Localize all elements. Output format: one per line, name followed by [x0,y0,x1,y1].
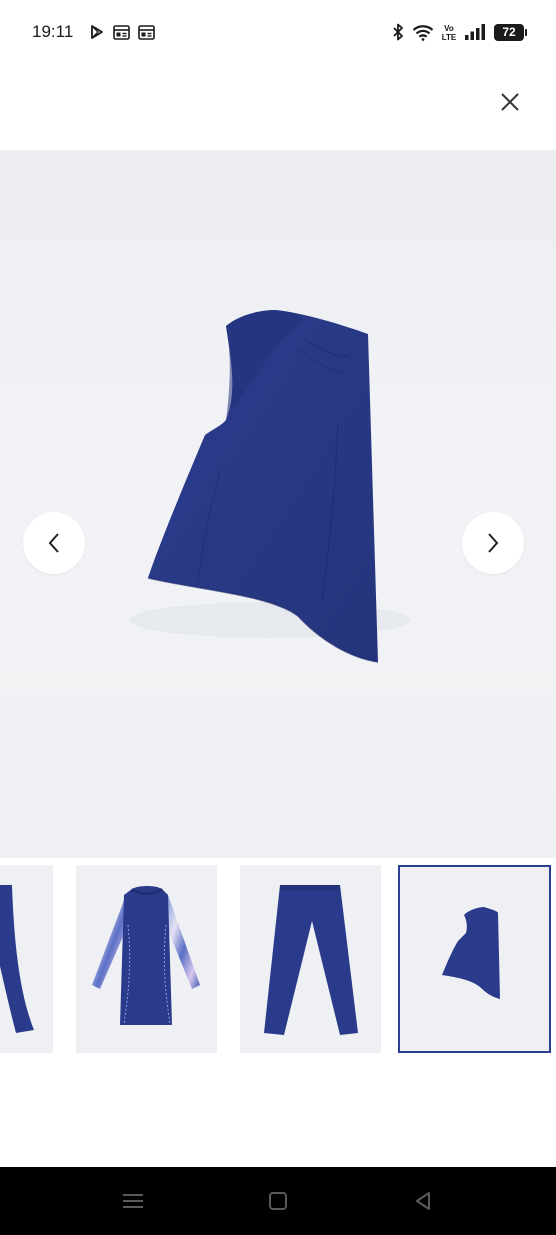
menu-key[interactable] [113,1181,153,1221]
battery-level: 72 [502,25,516,39]
bluetooth-icon [392,23,404,41]
swim-pants-image [264,885,358,1035]
thumbnail-hood[interactable] [398,865,551,1053]
home-key[interactable] [258,1181,298,1221]
main-product-image[interactable] [0,150,556,858]
prev-image-button[interactable] [23,512,85,574]
menu-icon [122,1194,143,1208]
close-icon [501,93,519,111]
play-store-icon [89,24,105,40]
signal-icon [464,23,486,41]
thumbnail-tunic[interactable] [76,865,217,1053]
svg-text:Vo: Vo [444,24,454,33]
home-square-icon [268,1192,287,1210]
back-triangle-icon [416,1192,431,1210]
wifi-icon [412,24,434,41]
chevron-right-icon [488,533,499,553]
svg-text:LTE: LTE [442,33,456,41]
system-nav-bar [0,1167,556,1235]
swim-pants-partial-image [0,885,34,1033]
close-button[interactable] [498,90,522,114]
status-bar: 19:11 Vo LTE 72 [0,0,556,64]
volte-icon: Vo LTE [442,23,456,41]
status-right: Vo LTE 72 [392,23,527,41]
back-key[interactable] [403,1181,443,1221]
swim-tunic-image [92,886,200,1026]
swim-hood-thumb-image [442,907,500,999]
chevron-left-icon [48,533,59,553]
thumbnail-pants-partial[interactable] [0,865,53,1053]
thumbnail-pants[interactable] [240,865,381,1053]
swim-hood-image [130,310,410,663]
battery-indicator: 72 [494,23,527,41]
news-icon [138,24,156,40]
thumbnail-strip [0,865,556,1055]
status-time: 19:11 [32,22,74,41]
next-image-button[interactable] [462,512,524,574]
news-icon [113,24,131,40]
status-left: 19:11 [32,22,156,42]
